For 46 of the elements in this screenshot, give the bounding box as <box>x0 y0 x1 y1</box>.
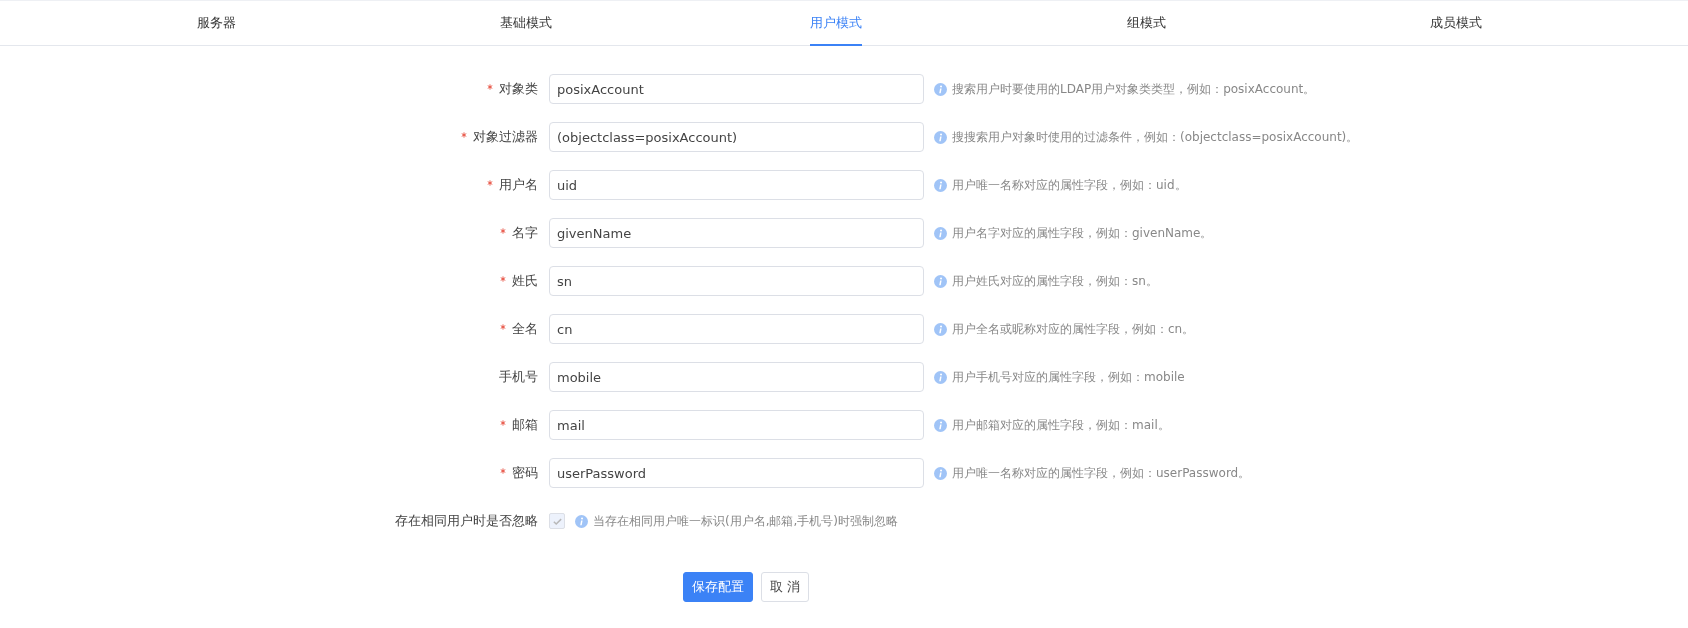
hint-text: 用户全名或昵称对应的属性字段，例如：cn。 <box>952 320 1195 338</box>
input-field[interactable]: uid <box>549 170 924 200</box>
field-label: 名字 <box>512 225 538 240</box>
hint-text: 用户名字对应的属性字段，例如：givenName。 <box>952 224 1213 242</box>
input-field[interactable]: (objectclass=posixAccount) <box>549 122 924 152</box>
hint-text: 用户唯一名称对应的属性字段，例如：userPassword。 <box>952 464 1251 482</box>
info-icon <box>934 130 947 144</box>
input-field[interactable]: mail <box>549 410 924 440</box>
tab[interactable]: 用户模式 <box>810 1 862 46</box>
hint-text: 搜索用户时要使用的LDAP用户对象类类型，例如：posixAccount。 <box>952 80 1316 98</box>
field-label: 全名 <box>512 321 538 336</box>
info-icon <box>575 514 588 528</box>
input-field[interactable]: mobile <box>549 362 924 392</box>
field-label: 存在相同用户时是否忽略 <box>395 513 538 528</box>
field-label: 用户名 <box>499 177 538 192</box>
save-button[interactable]: 保存配置 <box>683 572 753 602</box>
field-label: 邮箱 <box>512 417 538 432</box>
tab[interactable]: 服务器 <box>196 1 236 46</box>
hint-text: 用户姓氏对应的属性字段，例如：sn。 <box>952 272 1158 290</box>
field-label: 对象类 <box>499 81 538 96</box>
hint-text: 搜搜索用户对象时使用的过滤条件，例如：(objectclass=posixAccount)。 <box>952 128 1359 146</box>
hint-text: 用户唯一名称对应的属性字段，例如：uid。 <box>952 176 1187 194</box>
info-icon <box>934 82 947 96</box>
field-label: 姓氏 <box>512 273 538 288</box>
hint-text: 当存在相同用户唯一标识(用户名,邮箱,手机号)时强制忽略 <box>593 512 898 530</box>
input-field[interactable]: sn <box>549 266 924 296</box>
field-label: 对象过滤器 <box>473 129 538 144</box>
cancel-button[interactable]: 取 消 <box>761 572 810 602</box>
info-icon <box>934 322 947 336</box>
info-icon <box>934 466 947 480</box>
input-field[interactable]: cn <box>549 314 924 344</box>
tab[interactable]: 组模式 <box>1126 1 1166 46</box>
field-label: 密码 <box>512 465 538 480</box>
input-field[interactable]: givenName <box>549 218 924 248</box>
info-icon <box>934 370 947 384</box>
info-icon <box>934 418 947 432</box>
tab[interactable]: 成员模式 <box>1430 1 1482 46</box>
tab[interactable]: 基础模式 <box>500 1 552 46</box>
hint-text: 用户手机号对应的属性字段，例如：mobile <box>952 368 1185 386</box>
info-icon <box>934 274 947 288</box>
info-icon <box>934 178 947 192</box>
field-label: 手机号 <box>499 369 538 384</box>
hint-text: 用户邮箱对应的属性字段，例如：mail。 <box>952 416 1170 434</box>
input-field[interactable]: userPassword <box>549 458 924 488</box>
info-icon <box>934 226 947 240</box>
input-field[interactable]: posixAccount <box>549 74 924 104</box>
